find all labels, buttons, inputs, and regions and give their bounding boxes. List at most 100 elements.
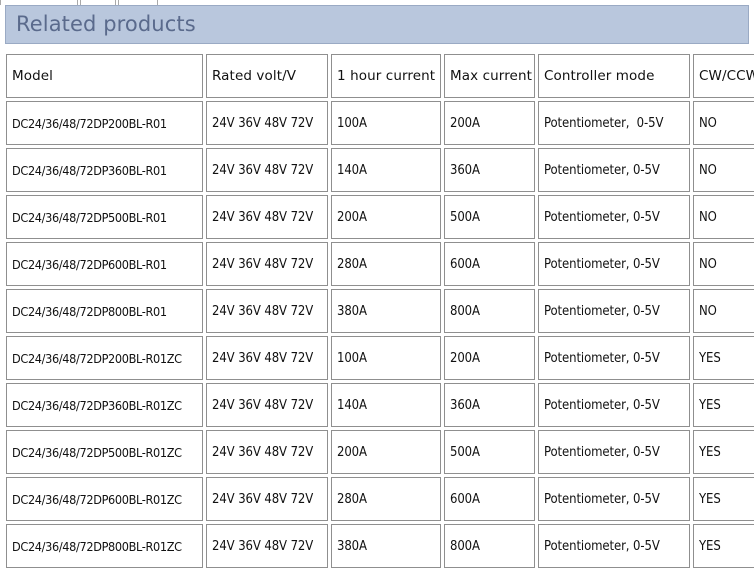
- cell-rated-volt: 24V 36V 48V 72V: [206, 289, 328, 333]
- cell-value: 24V 36V 48V 72V: [212, 115, 314, 131]
- cell-value: 24V 36V 48V 72V: [212, 444, 314, 460]
- cell-model: DC24/36/48/72DP360BL-R01ZC: [6, 383, 203, 427]
- cell-value: DC24/36/48/72DP200BL-R01ZC: [12, 350, 182, 366]
- cell-one-hour-current: 100A: [331, 336, 441, 380]
- cell-value: DC24/36/48/72DP500BL-R01: [12, 209, 167, 225]
- cell-max-current: 800A: [444, 524, 535, 568]
- cell-cw-ccw: NO: [693, 289, 754, 333]
- cell-value: Potentiometer, 0-5V: [544, 491, 660, 507]
- cell-one-hour-current: 280A: [331, 477, 441, 521]
- cell-controller-mode: Potentiometer, 0-5V: [538, 524, 690, 568]
- cell-value: DC24/36/48/72DP600BL-R01: [12, 256, 167, 272]
- cell-value: 380A: [337, 303, 367, 319]
- column-header-label: Max current: [450, 68, 533, 84]
- cell-rated-volt: 24V 36V 48V 72V: [206, 430, 328, 474]
- cell-one-hour-current: 140A: [331, 383, 441, 427]
- cell-value: Potentiometer, 0-5V: [544, 303, 660, 319]
- cell-value: 800A: [450, 538, 480, 554]
- cell-model: DC24/36/48/72DP200BL-R01ZC: [6, 336, 203, 380]
- cell-controller-mode: Potentiometer, 0-5V: [538, 383, 690, 427]
- column-header-label: 1 hour current: [337, 68, 436, 84]
- cell-controller-mode: Potentiometer, 0-5V: [538, 430, 690, 474]
- cell-value: 200A: [450, 115, 480, 131]
- cell-value: NO: [699, 256, 717, 272]
- cell-model: DC24/36/48/72DP800BL-R01: [6, 289, 203, 333]
- cell-value: 500A: [450, 444, 480, 460]
- cell-value: NO: [699, 209, 717, 225]
- cell-rated-volt: 24V 36V 48V 72V: [206, 477, 328, 521]
- cell-value: 500A: [450, 209, 480, 225]
- table-row: DC24/36/48/72DP800BL-R01 24V 36V 48V 72V 3…: [6, 289, 754, 333]
- column-header-max-current: Max current: [444, 54, 535, 98]
- table-row: DC24/36/48/72DP500BL-R01ZC 24V 36V 48V 72…: [6, 430, 754, 474]
- cell-max-current: 360A: [444, 148, 535, 192]
- related-products-table: Model Rated volt/V 1 hour current Max curre…: [3, 51, 754, 571]
- cell-rated-volt: 24V 36V 48V 72V: [206, 524, 328, 568]
- cell-max-current: 360A: [444, 383, 535, 427]
- cell-value: 380A: [337, 538, 367, 554]
- cell-one-hour-current: 380A: [331, 524, 441, 568]
- cell-rated-volt: 24V 36V 48V 72V: [206, 242, 328, 286]
- cell-value: Potentiometer, 0-5V: [544, 209, 660, 225]
- cell-value: 24V 36V 48V 72V: [212, 350, 314, 366]
- cell-value: 24V 36V 48V 72V: [212, 538, 314, 554]
- cell-cw-ccw: NO: [693, 101, 754, 145]
- column-header-label: CW/CCW: [699, 68, 754, 84]
- cell-max-current: 200A: [444, 101, 535, 145]
- table-row: DC24/36/48/72DP360BL-R01 24V 36V 48V 72V 1…: [6, 148, 754, 192]
- cell-value: Potentiometer, 0-5V: [544, 115, 664, 131]
- cell-value: DC24/36/48/72DP600BL-R01ZC: [12, 491, 182, 507]
- cell-cw-ccw: YES: [693, 524, 754, 568]
- cell-value: 280A: [337, 491, 367, 507]
- cell-value: DC24/36/48/72DP360BL-R01ZC: [12, 397, 182, 413]
- cell-value: 200A: [337, 444, 367, 460]
- cell-value: 24V 36V 48V 72V: [212, 209, 314, 225]
- cell-value: YES: [699, 491, 721, 507]
- cell-cw-ccw: YES: [693, 477, 754, 521]
- cell-one-hour-current: 140A: [331, 148, 441, 192]
- column-header-label: Controller mode: [544, 68, 655, 84]
- cell-value: Potentiometer, 0-5V: [544, 444, 660, 460]
- cell-value: Potentiometer, 0-5V: [544, 162, 660, 178]
- cell-value: 280A: [337, 256, 367, 272]
- column-header-label: Model: [12, 68, 54, 84]
- cell-controller-mode: Potentiometer, 0-5V: [538, 195, 690, 239]
- cell-value: Potentiometer, 0-5V: [544, 397, 660, 413]
- table-row: DC24/36/48/72DP200BL-R01ZC 24V 36V 48V 72…: [6, 336, 754, 380]
- cell-value: 600A: [450, 491, 480, 507]
- cell-value: 140A: [337, 162, 367, 178]
- cell-value: DC24/36/48/72DP500BL-R01ZC: [12, 444, 182, 460]
- table-row: DC24/36/48/72DP600BL-R01 24V 36V 48V 72V 2…: [6, 242, 754, 286]
- cell-controller-mode: Potentiometer, 0-5V: [538, 336, 690, 380]
- cell-controller-mode: Potentiometer, 0-5V: [538, 148, 690, 192]
- table-row: DC24/36/48/72DP200BL-R01 24V 36V 48V 72V 1…: [6, 101, 754, 145]
- cell-max-current: 200A: [444, 336, 535, 380]
- cell-one-hour-current: 100A: [331, 101, 441, 145]
- cell-value: Potentiometer, 0-5V: [544, 350, 660, 366]
- cell-value: 100A: [337, 350, 367, 366]
- cell-one-hour-current: 280A: [331, 242, 441, 286]
- cell-value: NO: [699, 303, 717, 319]
- cell-value: 24V 36V 48V 72V: [212, 303, 314, 319]
- cell-one-hour-current: 200A: [331, 195, 441, 239]
- table-row: DC24/36/48/72DP600BL-R01ZC 24V 36V 48V 72…: [6, 477, 754, 521]
- cell-rated-volt: 24V 36V 48V 72V: [206, 336, 328, 380]
- cell-value: DC24/36/48/72DP800BL-R01: [12, 303, 167, 319]
- cell-rated-volt: 24V 36V 48V 72V: [206, 148, 328, 192]
- column-header-label: Rated volt/V: [212, 68, 297, 84]
- column-header-rated-volt: Rated volt/V: [206, 54, 328, 98]
- cell-cw-ccw: NO: [693, 148, 754, 192]
- cell-value: 360A: [450, 397, 480, 413]
- cell-value: YES: [699, 397, 721, 413]
- cell-value: 24V 36V 48V 72V: [212, 256, 314, 272]
- cell-value: 100A: [337, 115, 367, 131]
- cell-rated-volt: 24V 36V 48V 72V: [206, 101, 328, 145]
- table-row: DC24/36/48/72DP360BL-R01ZC 24V 36V 48V 72…: [6, 383, 754, 427]
- cell-value: NO: [699, 115, 717, 131]
- cell-value: 200A: [337, 209, 367, 225]
- cell-value: 140A: [337, 397, 367, 413]
- cell-cw-ccw: NO: [693, 195, 754, 239]
- cell-value: DC24/36/48/72DP200BL-R01: [12, 115, 167, 131]
- cell-value: 200A: [450, 350, 480, 366]
- cell-value: 24V 36V 48V 72V: [212, 162, 314, 178]
